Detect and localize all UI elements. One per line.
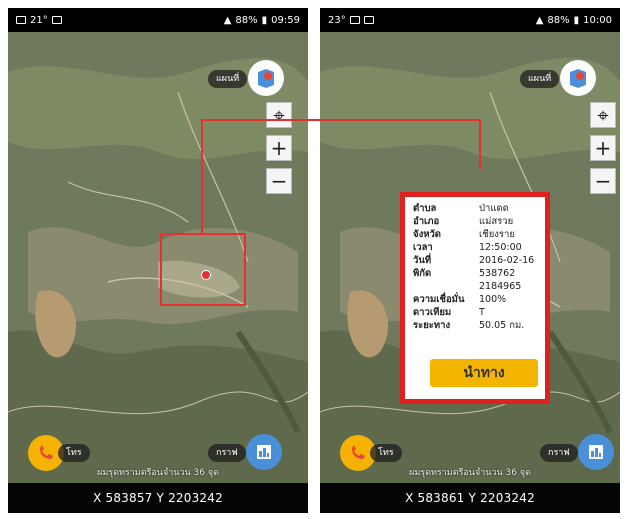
navigate-button[interactable]: นำทาง [430, 359, 538, 387]
info-value: เชียงราย [479, 229, 515, 240]
zoom-plus-icon[interactable]: + [266, 135, 292, 161]
battery-label: 88% [547, 14, 570, 26]
status-bar: 23° ▲ 88% ▮ 10:00 [320, 8, 620, 32]
info-row: พิกัด 538762 [413, 267, 537, 280]
graph-icon[interactable] [246, 434, 282, 470]
phone-screen-right: 23° ▲ 88% ▮ 10:00 แผนที่ ⌖ + − โทร กราฟ … [320, 8, 620, 513]
phone-screen-left: 21° ▲ 88% ▮ 09:59 แผนที่ ⌖ + − โทร กราฟ … [8, 8, 308, 513]
info-row: วันที่ 2016-02-16 [413, 254, 537, 267]
location-info-popup: ตำบล ป่าแดด อำเภอ แม่สรวย จังหวัด เชียงราย … [400, 192, 550, 404]
watermark-text: ผมรุดทรามตรีอนจำนวน 36 จุด [409, 468, 531, 478]
info-key: อำเภอ [413, 216, 440, 227]
mail-icon [363, 16, 374, 24]
info-value: ป่าแดด [479, 203, 509, 214]
info-value: 100% [479, 294, 507, 305]
info-key: วันที่ [413, 255, 432, 266]
signal-icon: ▲ [223, 14, 232, 26]
info-key: ระยะทาง [413, 320, 451, 331]
battery-icon: ▮ [573, 14, 580, 26]
info-row: อำเภอ แม่สรวย [413, 215, 537, 228]
info-row: ตำบล ป่าแดด [413, 202, 537, 215]
zoom-minus-icon[interactable]: − [590, 168, 616, 194]
gallery-icon [16, 16, 26, 24]
connector-line-vertical-left [201, 119, 203, 233]
temperature-label: 21° [30, 14, 48, 26]
marker-pin[interactable] [201, 270, 211, 280]
watermark-text: ผมรุดทรามตรีอนจำนวน 36 จุด [97, 468, 219, 478]
info-value: 2184965 [479, 281, 522, 292]
satellite-map[interactable]: แผนที่ ⌖ + − โทร กราฟ ผมรุดทรามตรีอนจำนว… [320, 32, 620, 483]
coordinate-bar: X 583861 Y 2203242 [320, 483, 620, 513]
info-key: ดาวเทียม [413, 307, 452, 318]
locate-crosshair-icon[interactable]: ⌖ [266, 102, 292, 128]
info-key: พิกัด [413, 268, 432, 279]
info-value: 2016-02-16 [479, 255, 535, 266]
info-row: ความเชื่อมั่น 100% [413, 293, 537, 306]
locate-crosshair-icon[interactable]: ⌖ [590, 102, 616, 128]
graph-label[interactable]: กราฟ [540, 444, 578, 462]
zoom-plus-icon[interactable]: + [590, 135, 616, 161]
info-row: 2184965 [413, 280, 537, 293]
mail-icon [51, 16, 62, 24]
info-key: เวลา [413, 242, 433, 253]
info-row: ระยะทาง 50.05 กม. [413, 319, 537, 332]
graph-label[interactable]: กราฟ [208, 444, 246, 462]
clock: 09:59 [271, 14, 300, 26]
map-layer-icon[interactable] [560, 60, 596, 96]
status-bar: 21° ▲ 88% ▮ 09:59 [8, 8, 308, 32]
battery-icon: ▮ [261, 14, 268, 26]
info-row: จังหวัด เชียงราย [413, 228, 537, 241]
info-key: จังหวัด [413, 229, 441, 240]
clock: 10:00 [583, 14, 612, 26]
connector-line-horizontal [201, 119, 481, 121]
graph-icon[interactable] [578, 434, 614, 470]
map-layer-icon[interactable] [248, 60, 284, 96]
call-label[interactable]: โทร [370, 444, 402, 462]
info-value: 50.05 กม. [479, 320, 525, 331]
info-value: แม่สรวย [479, 216, 514, 227]
info-value: T [479, 307, 485, 318]
coordinate-bar: X 583857 Y 2203242 [8, 483, 308, 513]
info-value: 538762 [479, 268, 516, 279]
zoom-minus-icon[interactable]: − [266, 168, 292, 194]
call-label[interactable]: โทร [58, 444, 90, 462]
satellite-map[interactable]: แผนที่ ⌖ + − โทร กราฟ ผมรุดทรามตรีอนจำนว… [8, 32, 308, 483]
temperature-label: 23° [328, 14, 346, 26]
info-row: ดาวเทียม T [413, 306, 537, 319]
map-imagery [8, 32, 308, 483]
info-key [413, 280, 479, 293]
info-value: 12:50:00 [479, 242, 522, 253]
info-row: เวลา 12:50:00 [413, 241, 537, 254]
signal-icon: ▲ [535, 14, 544, 26]
info-key: ความเชื่อมั่น [413, 294, 465, 305]
map-type-label[interactable]: แผนที่ [520, 70, 560, 88]
map-type-label[interactable]: แผนที่ [208, 70, 248, 88]
connector-line-vertical-right [479, 119, 481, 169]
battery-label: 88% [235, 14, 258, 26]
gallery-icon [349, 16, 360, 24]
info-key: ตำบล [413, 203, 437, 214]
